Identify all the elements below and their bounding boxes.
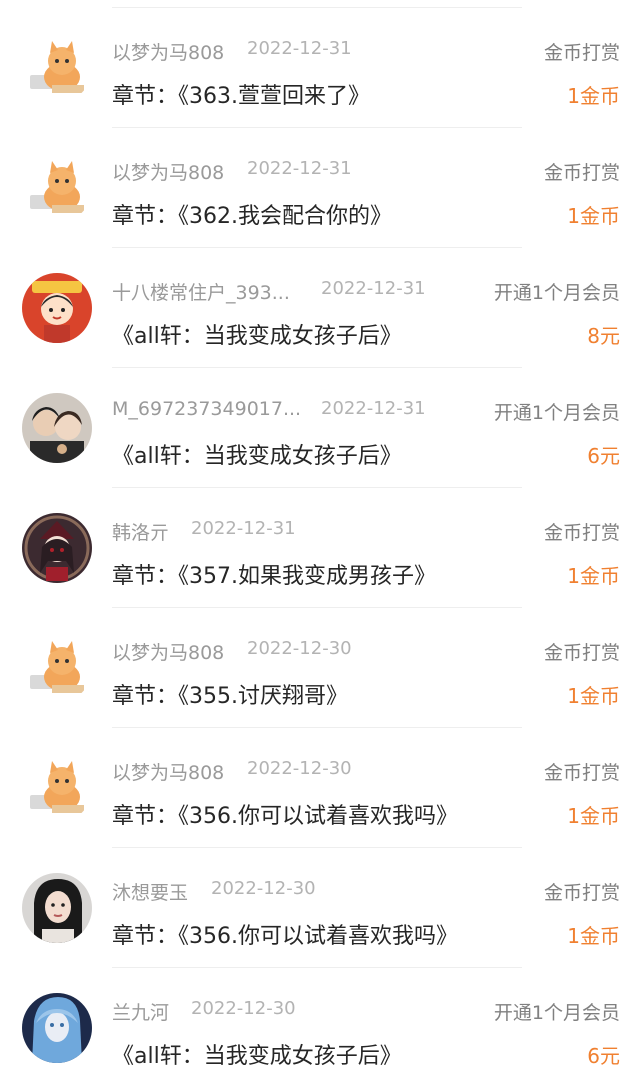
user-name[interactable]: 以梦为马808 — [112, 758, 240, 785]
record-amount: 1金币 — [567, 684, 620, 708]
record-title: 章节：《357.如果我变成男孩子》 — [112, 564, 436, 589]
list-item[interactable]: 以梦为马808 2022-12-31 章节：《363.萱萱回来了》 金币打赏 1… — [0, 8, 640, 128]
record-title: 章节：《356.你可以试着喜欢我吗》 — [112, 804, 458, 829]
record-amount: 1金币 — [567, 204, 620, 228]
cat-avatar[interactable] — [22, 633, 92, 703]
record-date: 2022-12-31 — [321, 398, 426, 419]
cat-avatar[interactable] — [22, 153, 92, 223]
anime-girl-avatar[interactable] — [22, 513, 92, 583]
user-name[interactable]: 以梦为马808 — [112, 158, 240, 185]
record-title: 《all轩：当我变成女孩子后》 — [112, 324, 402, 349]
list-item[interactable]: M_697237349017... 2022-12-31 《all轩：当我变成女… — [0, 368, 640, 488]
record-date: 2022-12-31 — [321, 278, 426, 299]
blue-hair-avatar[interactable] — [22, 993, 92, 1063]
record-title: 章节：《363.萱萱回来了》 — [112, 84, 370, 109]
record-title: 章节：《362.我会配合你的》 — [112, 204, 392, 229]
cat-avatar[interactable] — [22, 753, 92, 823]
record-date: 2022-12-31 — [247, 38, 352, 59]
record-type: 开通1个月会员 — [493, 1002, 620, 1024]
record-type: 金币打赏 — [543, 882, 620, 904]
couple-photo-avatar[interactable] — [22, 393, 92, 463]
cartoon-avatar[interactable] — [22, 273, 92, 343]
user-name[interactable]: M_697237349017... — [112, 398, 300, 420]
record-amount: 1金币 — [567, 924, 620, 948]
user-name[interactable]: 以梦为马808 — [112, 38, 240, 65]
record-date: 2022-12-31 — [247, 158, 352, 179]
record-type: 金币打赏 — [543, 522, 620, 544]
record-type: 开通1个月会员 — [493, 282, 620, 304]
list-item[interactable]: 以梦为马808 2022-12-31 章节：《362.我会配合你的》 金币打赏 … — [0, 128, 640, 248]
record-amount: 6元 — [587, 1044, 620, 1068]
record-date: 2022-12-30 — [191, 998, 296, 1019]
record-amount: 1金币 — [567, 84, 620, 108]
record-title: 《all轩：当我变成女孩子后》 — [112, 444, 402, 469]
record-title: 章节：《355.讨厌翔哥》 — [112, 684, 348, 709]
record-type: 金币打赏 — [543, 162, 620, 184]
record-amount: 8元 — [587, 324, 620, 348]
user-name[interactable]: 十八楼常住户_393... — [112, 278, 300, 305]
record-type: 金币打赏 — [543, 42, 620, 64]
record-date: 2022-12-30 — [247, 758, 352, 779]
record-date: 2022-12-30 — [247, 638, 352, 659]
record-amount: 1金币 — [567, 804, 620, 828]
user-name[interactable]: 韩洛亓 — [112, 518, 182, 545]
record-list: 以梦为马808 2022-12-31 章节：《363.萱萱回来了》 金币打赏 1… — [0, 0, 640, 1076]
list-item[interactable]: 韩洛亓 2022-12-31 章节：《357.如果我变成男孩子》 金币打赏 1金… — [0, 488, 640, 608]
record-date: 2022-12-30 — [211, 878, 316, 899]
record-date: 2022-12-31 — [191, 518, 296, 539]
list-item[interactable]: 沐想要玉 2022-12-30 章节：《356.你可以试着喜欢我吗》 金币打赏 … — [0, 848, 640, 968]
record-title: 章节：《356.你可以试着喜欢我吗》 — [112, 924, 458, 949]
girl-photo-avatar[interactable] — [22, 873, 92, 943]
record-title: 《all轩：当我变成女孩子后》 — [112, 1044, 402, 1069]
record-type: 金币打赏 — [543, 762, 620, 784]
record-amount: 6元 — [587, 444, 620, 468]
record-amount: 1金币 — [567, 564, 620, 588]
user-name[interactable]: 以梦为马808 — [112, 638, 240, 665]
list-item[interactable]: 十八楼常住户_393... 2022-12-31 《all轩：当我变成女孩子后》… — [0, 248, 640, 368]
record-type: 开通1个月会员 — [493, 402, 620, 424]
list-item[interactable]: 以梦为马808 2022-12-30 章节：《355.讨厌翔哥》 金币打赏 1金… — [0, 608, 640, 728]
cat-avatar[interactable] — [22, 33, 92, 103]
user-name[interactable]: 沐想要玉 — [112, 878, 202, 905]
list-item[interactable]: 以梦为马808 2022-12-30 章节：《356.你可以试着喜欢我吗》 金币… — [0, 728, 640, 848]
user-name[interactable]: 兰九河 — [112, 998, 182, 1025]
record-type: 金币打赏 — [543, 642, 620, 664]
list-item[interactable]: 兰九河 2022-12-30 《all轩：当我变成女孩子后》 开通1个月会员 6… — [0, 968, 640, 1076]
